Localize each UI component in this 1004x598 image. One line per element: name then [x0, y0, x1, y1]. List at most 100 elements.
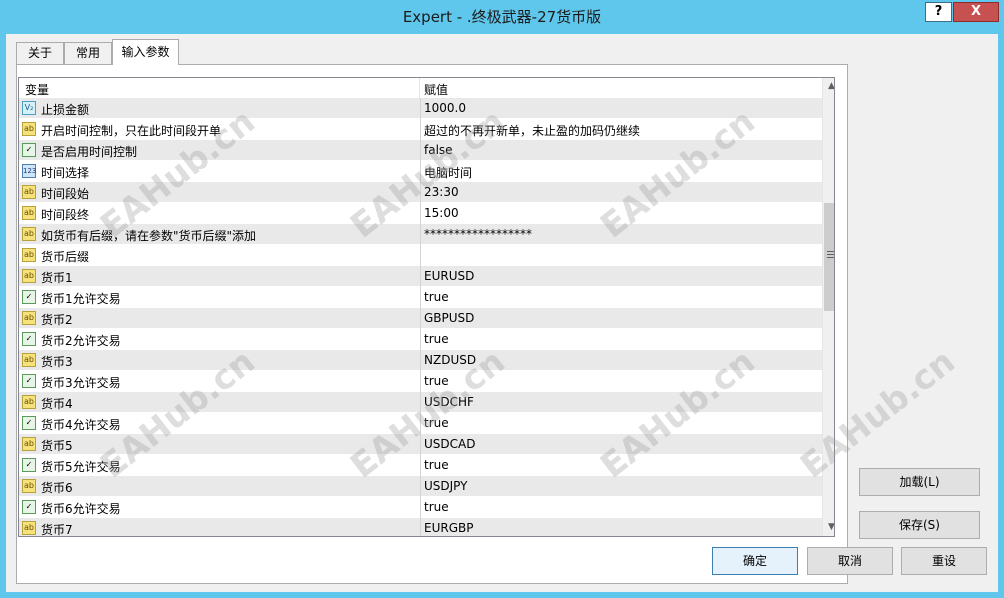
tab-about[interactable]: 关于 [16, 42, 64, 64]
window-border [0, 592, 1004, 598]
table-row[interactable]: ab 货币2 GBPUSD [19, 308, 822, 329]
table-row[interactable]: ✓ 货币6允许交易 true [19, 497, 822, 518]
column-separator [420, 224, 421, 245]
table-row[interactable]: ab 货币6 USDJPY [19, 476, 822, 497]
parameter-value[interactable]: 电脑时间 [424, 164, 472, 181]
parameter-value[interactable]: 23:30 [424, 185, 459, 199]
table-row[interactable]: ab 货币4 USDCHF [19, 392, 822, 413]
column-separator [420, 245, 421, 266]
column-separator [420, 497, 421, 518]
parameter-name: 货币5允许交易 [41, 460, 121, 474]
table-row[interactable]: ✓ 货币3允许交易 true [19, 371, 822, 392]
table-row[interactable]: ✓ 货币1允许交易 true [19, 287, 822, 308]
parameter-name: 止损金额 [41, 103, 90, 117]
parameter-value[interactable]: 15:00 [424, 206, 459, 220]
column-separator [420, 476, 421, 497]
column-separator [420, 413, 421, 434]
scroll-down-arrow-icon[interactable]: ▼ [823, 519, 834, 536]
table-row[interactable]: ✓ 货币5允许交易 true [19, 455, 822, 476]
parameter-value[interactable]: USDCAD [424, 437, 475, 451]
window-title: Expert - .终极武器-27货币版 [402, 8, 602, 26]
string-icon: ab [22, 269, 36, 283]
parameter-name: 如货币有后缀，请在参数"货币后缀"添加 [41, 229, 257, 243]
bool-icon: ✓ [22, 416, 36, 430]
parameter-value[interactable]: GBPUSD [424, 311, 474, 325]
column-separator [420, 119, 421, 140]
parameter-name: 货币5 [41, 439, 73, 453]
parameter-name: 货币2 [41, 313, 73, 327]
help-button[interactable]: ? [925, 2, 952, 22]
parameter-value[interactable]: USDCHF [424, 395, 474, 409]
parameter-value[interactable]: true [424, 332, 449, 346]
string-icon: ab [22, 395, 36, 409]
column-separator [420, 308, 421, 329]
load-button[interactable]: 加载(L) [859, 468, 980, 496]
parameter-value[interactable]: false [424, 143, 453, 157]
parameter-name: 时间选择 [41, 166, 90, 180]
parameter-name: 货币1允许交易 [41, 292, 121, 306]
table-row[interactable]: ab 货币3 NZDUSD [19, 350, 822, 371]
table-row[interactable]: ab 货币后缀 [19, 245, 822, 266]
ok-button[interactable]: 确定 [712, 547, 798, 575]
parameter-name: 货币2允许交易 [41, 334, 121, 348]
table-row[interactable]: ab 货币5 USDCAD [19, 434, 822, 455]
parameter-value[interactable]: NZDUSD [424, 353, 476, 367]
double-icon: V₂ [22, 101, 36, 115]
string-icon: ab [22, 185, 36, 199]
table-row[interactable]: ab 如货币有后缀，请在参数"货币后缀"添加 ****************** [19, 224, 822, 245]
column-separator [420, 140, 421, 161]
parameter-name: 是否启用时间控制 [41, 145, 138, 159]
column-separator [420, 182, 421, 203]
column-separator [420, 98, 421, 119]
cancel-button[interactable]: 取消 [807, 547, 893, 575]
table-row[interactable]: V₂ 止损金额 1000.0 [19, 98, 822, 119]
header-variable[interactable]: 变量 [25, 81, 49, 98]
table-row[interactable]: ab 货币1 EURUSD [19, 266, 822, 287]
bool-icon: ✓ [22, 500, 36, 514]
parameters-grid: 变量 赋值 V₂ 止损金额 1000.0 ab 开启时间控制，只在此时间段开单 超过的不再… [18, 77, 835, 537]
tab-inputs[interactable]: 输入参数 [112, 39, 179, 65]
table-row[interactable]: ab 开启时间控制，只在此时间段开单 超过的不再开新单，未止盈的加码仍继续 [19, 119, 822, 140]
table-row[interactable]: ✓ 货币4允许交易 true [19, 413, 822, 434]
scroll-up-arrow-icon[interactable]: ▲ [823, 78, 834, 95]
vertical-scrollbar[interactable]: ▲ ▼ [822, 78, 834, 536]
string-icon: ab [22, 521, 36, 535]
parameter-value[interactable]: true [424, 290, 449, 304]
parameter-value[interactable]: EURUSD [424, 269, 474, 283]
table-row[interactable]: ✓ 是否启用时间控制 false [19, 140, 822, 161]
dialog-body: 关于 常用 输入参数 变量 赋值 V₂ 止损金额 1000.0 ab 开启时间控制，只在… [6, 34, 998, 592]
parameter-value[interactable]: true [424, 500, 449, 514]
parameter-value[interactable]: 超过的不再开新单，未止盈的加码仍继续 [424, 122, 640, 139]
header-value[interactable]: 赋值 [424, 81, 448, 98]
parameter-value[interactable]: true [424, 416, 449, 430]
table-row[interactable]: ab 时间段终 15:00 [19, 203, 822, 224]
save-button[interactable]: 保存(S) [859, 511, 980, 539]
parameter-name: 货币1 [41, 271, 73, 285]
parameter-value[interactable]: EURGBP [424, 521, 473, 535]
parameter-value[interactable]: true [424, 374, 449, 388]
bool-icon: ✓ [22, 332, 36, 346]
column-separator [420, 518, 421, 536]
parameter-value[interactable]: true [424, 458, 449, 472]
table-row[interactable]: 123 时间选择 电脑时间 [19, 161, 822, 182]
grid-header: 变量 赋值 [19, 78, 822, 99]
table-row[interactable]: ab 时间段始 23:30 [19, 182, 822, 203]
scroll-thumb[interactable] [824, 203, 834, 311]
close-button[interactable]: X [953, 2, 999, 22]
parameter-value[interactable]: ****************** [424, 227, 532, 241]
parameter-name: 货币3 [41, 355, 73, 369]
string-icon: ab [22, 206, 36, 220]
title-bar: Expert - .终极武器-27货币版 ? X [0, 0, 1004, 34]
parameter-name: 货币3允许交易 [41, 376, 121, 390]
table-row[interactable]: ✓ 货币2允许交易 true [19, 329, 822, 350]
reset-button[interactable]: 重设 [901, 547, 987, 575]
column-separator [420, 329, 421, 350]
parameter-value[interactable]: USDJPY [424, 479, 467, 493]
bool-icon: ✓ [22, 290, 36, 304]
parameter-value[interactable]: 1000.0 [424, 101, 466, 115]
table-row[interactable]: ab 货币7 EURGBP [19, 518, 822, 536]
string-icon: ab [22, 227, 36, 241]
column-separator [420, 455, 421, 476]
parameter-name: 货币4允许交易 [41, 418, 121, 432]
tab-common[interactable]: 常用 [64, 42, 112, 64]
